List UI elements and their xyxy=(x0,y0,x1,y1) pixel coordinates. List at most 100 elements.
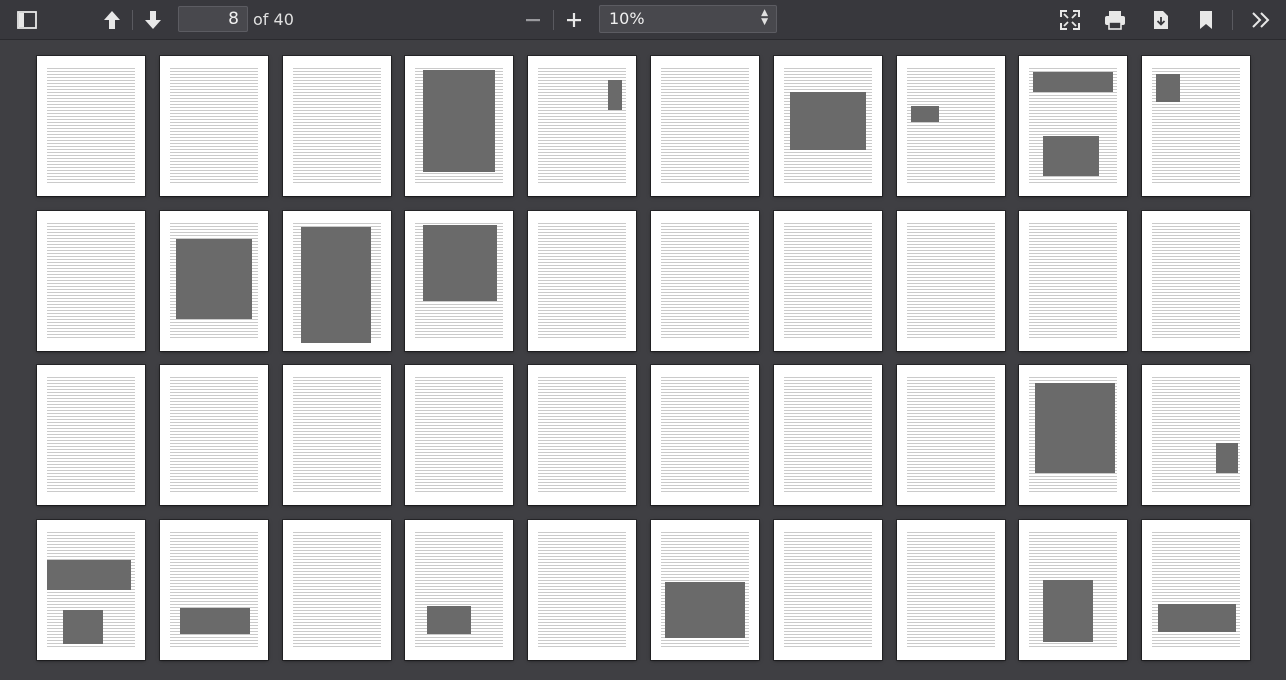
bookmark-icon xyxy=(1200,11,1212,29)
page-thumbnail[interactable] xyxy=(528,211,636,351)
page-text-lines xyxy=(47,223,135,339)
page-thumbnail[interactable] xyxy=(37,365,145,505)
page-thumbnail[interactable] xyxy=(283,211,391,351)
page-text-lines xyxy=(293,68,381,184)
zoom-out-button[interactable] xyxy=(519,6,547,34)
arrow-up-icon xyxy=(104,11,120,29)
page-thumbnail[interactable] xyxy=(37,211,145,351)
page-thumbnail[interactable] xyxy=(37,56,145,196)
page-figure xyxy=(301,227,371,343)
page-text-lines xyxy=(1152,377,1240,493)
fullscreen-icon xyxy=(1060,10,1080,30)
double-chevron-right-icon xyxy=(1252,12,1270,28)
page-thumbnail[interactable] xyxy=(405,365,513,505)
page-thumbnail[interactable] xyxy=(283,520,391,660)
download-icon xyxy=(1154,11,1168,29)
previous-page-button[interactable] xyxy=(98,6,126,34)
page-thumbnail[interactable] xyxy=(651,520,759,660)
zoom-in-button[interactable] xyxy=(560,6,588,34)
page-thumbnail[interactable] xyxy=(160,520,268,660)
page-thumbnail[interactable] xyxy=(1142,56,1250,196)
page-text-lines xyxy=(661,223,749,339)
page-figure xyxy=(1216,443,1238,473)
page-thumbnail[interactable] xyxy=(897,520,1005,660)
page-figure xyxy=(47,560,131,590)
page-thumbnail[interactable] xyxy=(774,520,882,660)
page-text-lines xyxy=(538,377,626,493)
page-thumbnail[interactable] xyxy=(283,365,391,505)
page-thumbnail[interactable] xyxy=(160,211,268,351)
sidebar-toggle-button[interactable] xyxy=(13,6,41,34)
page-thumbnail[interactable] xyxy=(897,211,1005,351)
page-thumbnail[interactable] xyxy=(774,56,882,196)
zoom-value: 10% xyxy=(609,9,645,28)
page-text-lines xyxy=(538,223,626,339)
page-thumbnail[interactable] xyxy=(897,56,1005,196)
minus-icon xyxy=(526,19,540,22)
page-thumbnail[interactable] xyxy=(651,56,759,196)
page-text-lines xyxy=(538,532,626,648)
page-figure xyxy=(427,606,471,634)
page-thumbnail[interactable] xyxy=(283,56,391,196)
page-thumbnail[interactable] xyxy=(1142,365,1250,505)
page-thumbnail[interactable] xyxy=(1019,211,1127,351)
page-figure xyxy=(911,106,939,122)
zoom-select[interactable]: 10% ▲ ▼ xyxy=(599,5,777,33)
page-text-lines xyxy=(907,223,995,339)
select-arrows-icon: ▲ ▼ xyxy=(761,8,768,27)
page-thumbnail[interactable] xyxy=(1142,520,1250,660)
page-thumbnail[interactable] xyxy=(405,520,513,660)
page-text-lines xyxy=(293,532,381,648)
page-figure xyxy=(1035,383,1115,473)
page-text-lines xyxy=(293,377,381,493)
page-thumbnail[interactable] xyxy=(37,520,145,660)
toolbar: of 40 10% ▲▼ xyxy=(0,0,1286,40)
print-button[interactable] xyxy=(1101,6,1129,34)
download-button[interactable] xyxy=(1147,6,1175,34)
page-text-lines xyxy=(907,68,995,184)
page-thumbnail[interactable] xyxy=(405,56,513,196)
next-page-button[interactable] xyxy=(139,6,167,34)
page-thumbnail[interactable] xyxy=(1019,520,1127,660)
page-thumbnail[interactable] xyxy=(528,365,636,505)
page-thumbnail[interactable] xyxy=(528,520,636,660)
page-figure xyxy=(63,610,103,644)
page-text-lines xyxy=(907,532,995,648)
toolbar-separator xyxy=(553,10,554,30)
toolbar-separator xyxy=(1232,10,1233,30)
page-text-lines xyxy=(47,377,135,493)
page-thumbnail[interactable] xyxy=(160,56,268,196)
page-thumbnail[interactable] xyxy=(1019,365,1127,505)
bookmark-button[interactable] xyxy=(1192,6,1220,34)
page-count-label: of 40 xyxy=(253,10,294,29)
page-thumbnail[interactable] xyxy=(1142,211,1250,351)
page-text-lines xyxy=(784,532,872,648)
page-figure xyxy=(608,80,622,110)
plus-icon xyxy=(567,13,581,27)
presentation-mode-button[interactable] xyxy=(1056,6,1084,34)
page-thumbnail[interactable] xyxy=(528,56,636,196)
tools-button[interactable] xyxy=(1247,6,1275,34)
page-thumbnail[interactable] xyxy=(651,365,759,505)
page-text-lines xyxy=(661,377,749,493)
page-figure xyxy=(1033,72,1113,92)
printer-icon xyxy=(1105,11,1125,30)
page-thumbnail[interactable] xyxy=(774,211,882,351)
page-thumbnail[interactable] xyxy=(774,365,882,505)
page-figure xyxy=(1158,604,1236,632)
page-thumbnail[interactable] xyxy=(897,365,1005,505)
page-figure xyxy=(1043,580,1093,642)
page-thumbnail[interactable] xyxy=(405,211,513,351)
page-figure xyxy=(665,582,745,638)
page-text-lines xyxy=(1029,223,1117,339)
page-thumbnail[interactable] xyxy=(651,211,759,351)
page-figure xyxy=(1043,136,1099,176)
page-thumbnail[interactable] xyxy=(1019,56,1127,196)
page-figure xyxy=(423,225,497,301)
page-thumbnail[interactable] xyxy=(160,365,268,505)
page-text-lines xyxy=(170,68,258,184)
sidebar-toggle-icon xyxy=(17,11,37,29)
page-figure xyxy=(176,239,252,319)
page-number-input[interactable] xyxy=(178,6,248,32)
page-figure xyxy=(180,608,250,634)
